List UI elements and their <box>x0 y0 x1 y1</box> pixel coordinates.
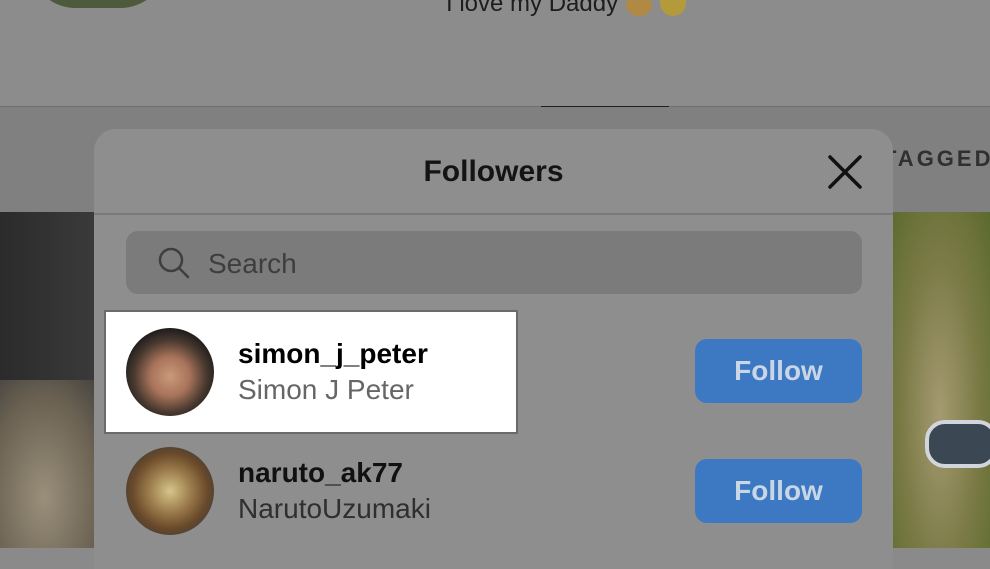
highlighted-follower[interactable]: simon_j_peter Simon J Peter <box>104 310 518 434</box>
modal-divider <box>94 213 893 215</box>
emoji-icon <box>626 0 653 16</box>
follower-full-name: Simon J Peter <box>238 374 414 405</box>
profile-header: I love my Daddy <box>0 0 990 106</box>
follow-button[interactable]: Follow <box>695 459 862 523</box>
search-input[interactable] <box>206 231 850 296</box>
post-thumbnail[interactable] <box>890 212 990 548</box>
avatar[interactable] <box>126 328 214 416</box>
close-icon <box>828 155 862 189</box>
tab-tagged[interactable]: TAGGED <box>883 146 990 172</box>
heart-emoji-icon <box>660 0 687 16</box>
profile-bio: I love my Daddy <box>446 0 687 18</box>
follow-button[interactable]: Follow <box>695 339 862 403</box>
follower-username[interactable]: simon_j_peter <box>238 338 428 370</box>
search-icon <box>158 247 190 279</box>
modal-title: Followers <box>423 155 564 188</box>
follower-full-name: NarutoUzumaki <box>238 493 431 524</box>
close-button[interactable] <box>822 153 866 193</box>
follower-username[interactable]: naruto_ak77 <box>238 457 403 489</box>
follower-row[interactable]: naruto_ak77 NarutoUzumaki Follow <box>94 431 893 551</box>
profile-bio-text: I love my Daddy <box>446 0 619 17</box>
profile-avatar[interactable] <box>28 0 168 8</box>
post-thumbnail-detail <box>925 420 990 468</box>
avatar[interactable] <box>126 447 214 535</box>
search-bar[interactable] <box>126 231 862 296</box>
